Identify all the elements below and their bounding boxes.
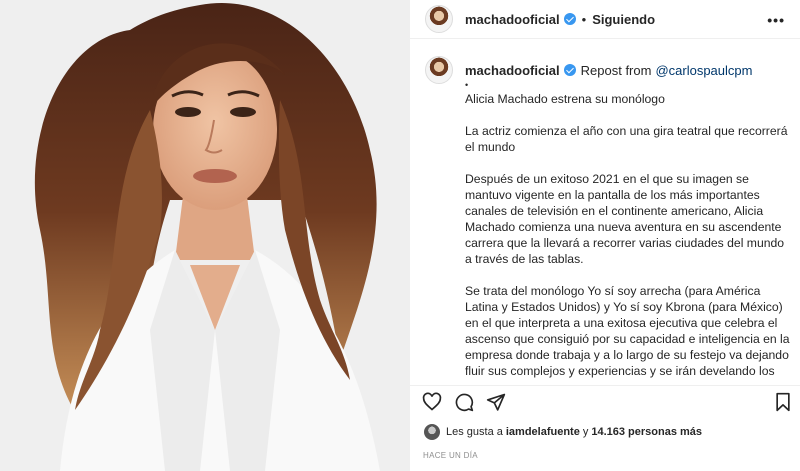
author-username[interactable]: machadooficial [465, 12, 560, 27]
repost-mention-link[interactable]: @carlospaulcpm [655, 63, 752, 78]
caption-author-avatar[interactable] [425, 56, 453, 84]
header-separator: • [581, 11, 587, 27]
bookmark-icon[interactable] [774, 392, 792, 417]
likes-prefix: Les gusta a [446, 426, 503, 438]
more-options-icon[interactable]: ••• [767, 12, 785, 28]
caption-paragraph: Después de un exitoso 2021 en el que su … [465, 172, 785, 266]
author-avatar[interactable] [425, 5, 453, 33]
share-icon[interactable] [486, 392, 506, 417]
liker-username[interactable]: iamdelafuente [506, 426, 580, 438]
liker-avatar[interactable] [424, 424, 440, 440]
caption-username[interactable]: machadooficial [465, 63, 560, 78]
caption-body: Alicia Machado estrena su monólogo La ac… [465, 91, 790, 378]
heart-icon[interactable] [422, 392, 442, 417]
verified-badge-icon [563, 13, 576, 25]
post-caption: machadooficial Repost from @carlospaulcp… [425, 56, 790, 378]
post-header: machadooficial • Siguiendo ••• [410, 0, 800, 39]
caption-bullet: • [465, 80, 469, 90]
repost-label: Repost from [580, 62, 652, 78]
likes-count[interactable]: 14.163 personas más [591, 426, 702, 438]
portrait-illustration [0, 0, 409, 471]
caption-verified-badge-icon [563, 64, 576, 76]
likes-connector: y [582, 426, 589, 438]
post-actions [410, 385, 800, 419]
post-photo[interactable] [0, 0, 409, 471]
comment-icon[interactable] [454, 392, 474, 417]
caption-paragraph: La actriz comienza el año con una gira t… [465, 124, 788, 154]
post-timestamp[interactable]: HACE UN DÍA [423, 451, 478, 460]
following-button[interactable]: Siguiendo [592, 12, 655, 27]
caption-paragraph: Alicia Machado estrena su monólogo [465, 92, 665, 106]
caption-paragraph: Se trata del monólogo Yo sí soy arrecha … [465, 284, 790, 378]
likes-summary: Les gusta a iamdelafuente y 14.163 perso… [424, 424, 705, 440]
post-panel: machadooficial • Siguiendo ••• machadoof… [409, 0, 800, 471]
